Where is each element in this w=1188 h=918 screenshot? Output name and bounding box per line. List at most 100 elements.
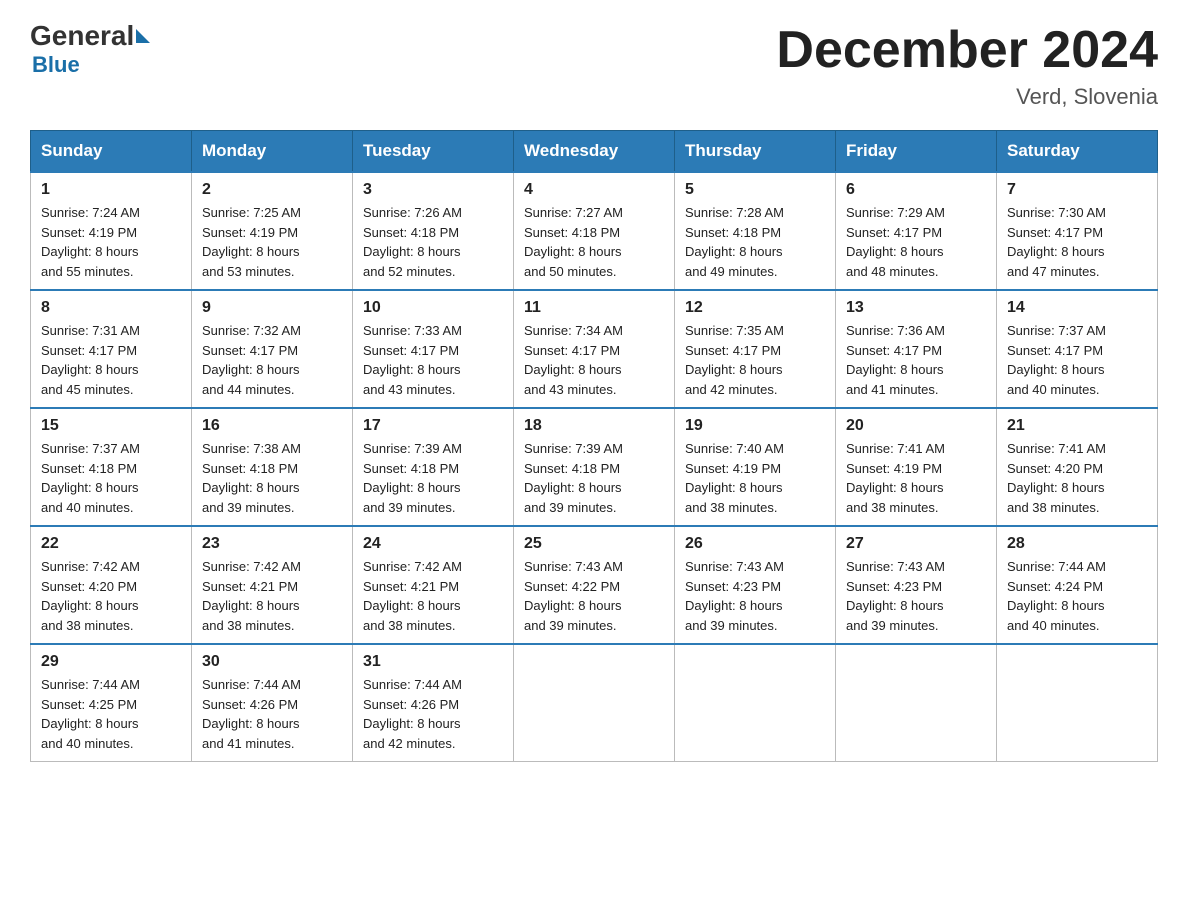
calendar-cell [997, 644, 1158, 762]
calendar-cell: 20 Sunrise: 7:41 AMSunset: 4:19 PMDaylig… [836, 408, 997, 526]
day-number: 23 [202, 535, 342, 553]
day-info: Sunrise: 7:43 AMSunset: 4:23 PMDaylight:… [846, 557, 986, 635]
calendar-cell: 12 Sunrise: 7:35 AMSunset: 4:17 PMDaylig… [675, 290, 836, 408]
day-info: Sunrise: 7:37 AMSunset: 4:18 PMDaylight:… [41, 439, 181, 517]
day-number: 18 [524, 417, 664, 435]
calendar-cell: 21 Sunrise: 7:41 AMSunset: 4:20 PMDaylig… [997, 408, 1158, 526]
day-info: Sunrise: 7:26 AMSunset: 4:18 PMDaylight:… [363, 203, 503, 281]
title-block: December 2024 Verd, Slovenia [776, 20, 1158, 110]
calendar-cell: 19 Sunrise: 7:40 AMSunset: 4:19 PMDaylig… [675, 408, 836, 526]
day-info: Sunrise: 7:44 AMSunset: 4:25 PMDaylight:… [41, 675, 181, 753]
day-number: 25 [524, 535, 664, 553]
calendar-cell: 8 Sunrise: 7:31 AMSunset: 4:17 PMDayligh… [31, 290, 192, 408]
day-info: Sunrise: 7:39 AMSunset: 4:18 PMDaylight:… [524, 439, 664, 517]
day-number: 5 [685, 181, 825, 199]
calendar-cell: 4 Sunrise: 7:27 AMSunset: 4:18 PMDayligh… [514, 172, 675, 290]
calendar-cell: 18 Sunrise: 7:39 AMSunset: 4:18 PMDaylig… [514, 408, 675, 526]
calendar-cell [514, 644, 675, 762]
day-info: Sunrise: 7:31 AMSunset: 4:17 PMDaylight:… [41, 321, 181, 399]
day-info: Sunrise: 7:24 AMSunset: 4:19 PMDaylight:… [41, 203, 181, 281]
day-info: Sunrise: 7:42 AMSunset: 4:21 PMDaylight:… [202, 557, 342, 635]
calendar-cell: 25 Sunrise: 7:43 AMSunset: 4:22 PMDaylig… [514, 526, 675, 644]
day-number: 16 [202, 417, 342, 435]
logo-blue-text: Blue [32, 52, 80, 78]
calendar-cell: 30 Sunrise: 7:44 AMSunset: 4:26 PMDaylig… [192, 644, 353, 762]
day-number: 12 [685, 299, 825, 317]
day-number: 24 [363, 535, 503, 553]
day-info: Sunrise: 7:37 AMSunset: 4:17 PMDaylight:… [1007, 321, 1147, 399]
day-number: 6 [846, 181, 986, 199]
weekday-header-tuesday: Tuesday [353, 131, 514, 173]
week-row-5: 29 Sunrise: 7:44 AMSunset: 4:25 PMDaylig… [31, 644, 1158, 762]
day-info: Sunrise: 7:43 AMSunset: 4:22 PMDaylight:… [524, 557, 664, 635]
day-info: Sunrise: 7:42 AMSunset: 4:20 PMDaylight:… [41, 557, 181, 635]
calendar-cell: 7 Sunrise: 7:30 AMSunset: 4:17 PMDayligh… [997, 172, 1158, 290]
day-number: 20 [846, 417, 986, 435]
calendar-cell: 5 Sunrise: 7:28 AMSunset: 4:18 PMDayligh… [675, 172, 836, 290]
day-info: Sunrise: 7:41 AMSunset: 4:20 PMDaylight:… [1007, 439, 1147, 517]
calendar-cell: 3 Sunrise: 7:26 AMSunset: 4:18 PMDayligh… [353, 172, 514, 290]
logo-general-text: General [30, 20, 134, 52]
day-info: Sunrise: 7:44 AMSunset: 4:24 PMDaylight:… [1007, 557, 1147, 635]
day-number: 7 [1007, 181, 1147, 199]
day-info: Sunrise: 7:42 AMSunset: 4:21 PMDaylight:… [363, 557, 503, 635]
day-number: 30 [202, 653, 342, 671]
day-number: 1 [41, 181, 181, 199]
calendar-cell: 24 Sunrise: 7:42 AMSunset: 4:21 PMDaylig… [353, 526, 514, 644]
calendar-cell: 31 Sunrise: 7:44 AMSunset: 4:26 PMDaylig… [353, 644, 514, 762]
day-number: 8 [41, 299, 181, 317]
calendar-cell: 6 Sunrise: 7:29 AMSunset: 4:17 PMDayligh… [836, 172, 997, 290]
month-title: December 2024 [776, 20, 1158, 80]
day-number: 3 [363, 181, 503, 199]
weekday-header-row: SundayMondayTuesdayWednesdayThursdayFrid… [31, 131, 1158, 173]
logo-arrow-icon [136, 29, 150, 43]
week-row-4: 22 Sunrise: 7:42 AMSunset: 4:20 PMDaylig… [31, 526, 1158, 644]
day-number: 17 [363, 417, 503, 435]
day-number: 26 [685, 535, 825, 553]
day-info: Sunrise: 7:44 AMSunset: 4:26 PMDaylight:… [202, 675, 342, 753]
day-info: Sunrise: 7:39 AMSunset: 4:18 PMDaylight:… [363, 439, 503, 517]
day-info: Sunrise: 7:41 AMSunset: 4:19 PMDaylight:… [846, 439, 986, 517]
day-info: Sunrise: 7:36 AMSunset: 4:17 PMDaylight:… [846, 321, 986, 399]
logo: General Blue [30, 20, 152, 78]
calendar-cell: 1 Sunrise: 7:24 AMSunset: 4:19 PMDayligh… [31, 172, 192, 290]
day-info: Sunrise: 7:35 AMSunset: 4:17 PMDaylight:… [685, 321, 825, 399]
day-info: Sunrise: 7:44 AMSunset: 4:26 PMDaylight:… [363, 675, 503, 753]
day-info: Sunrise: 7:40 AMSunset: 4:19 PMDaylight:… [685, 439, 825, 517]
day-info: Sunrise: 7:28 AMSunset: 4:18 PMDaylight:… [685, 203, 825, 281]
day-info: Sunrise: 7:38 AMSunset: 4:18 PMDaylight:… [202, 439, 342, 517]
calendar-cell: 17 Sunrise: 7:39 AMSunset: 4:18 PMDaylig… [353, 408, 514, 526]
day-info: Sunrise: 7:43 AMSunset: 4:23 PMDaylight:… [685, 557, 825, 635]
location-label: Verd, Slovenia [776, 84, 1158, 110]
day-number: 31 [363, 653, 503, 671]
weekday-header-monday: Monday [192, 131, 353, 173]
day-number: 2 [202, 181, 342, 199]
calendar-cell: 11 Sunrise: 7:34 AMSunset: 4:17 PMDaylig… [514, 290, 675, 408]
day-number: 29 [41, 653, 181, 671]
day-number: 28 [1007, 535, 1147, 553]
weekday-header-saturday: Saturday [997, 131, 1158, 173]
day-info: Sunrise: 7:30 AMSunset: 4:17 PMDaylight:… [1007, 203, 1147, 281]
day-info: Sunrise: 7:29 AMSunset: 4:17 PMDaylight:… [846, 203, 986, 281]
day-number: 22 [41, 535, 181, 553]
weekday-header-friday: Friday [836, 131, 997, 173]
page-header: General Blue December 2024 Verd, Sloveni… [30, 20, 1158, 110]
day-number: 13 [846, 299, 986, 317]
week-row-1: 1 Sunrise: 7:24 AMSunset: 4:19 PMDayligh… [31, 172, 1158, 290]
day-info: Sunrise: 7:32 AMSunset: 4:17 PMDaylight:… [202, 321, 342, 399]
calendar-cell [675, 644, 836, 762]
calendar-cell: 9 Sunrise: 7:32 AMSunset: 4:17 PMDayligh… [192, 290, 353, 408]
day-number: 27 [846, 535, 986, 553]
week-row-3: 15 Sunrise: 7:37 AMSunset: 4:18 PMDaylig… [31, 408, 1158, 526]
day-number: 19 [685, 417, 825, 435]
calendar-cell: 15 Sunrise: 7:37 AMSunset: 4:18 PMDaylig… [31, 408, 192, 526]
calendar-table: SundayMondayTuesdayWednesdayThursdayFrid… [30, 130, 1158, 762]
calendar-cell: 14 Sunrise: 7:37 AMSunset: 4:17 PMDaylig… [997, 290, 1158, 408]
calendar-cell: 16 Sunrise: 7:38 AMSunset: 4:18 PMDaylig… [192, 408, 353, 526]
calendar-cell: 10 Sunrise: 7:33 AMSunset: 4:17 PMDaylig… [353, 290, 514, 408]
day-number: 21 [1007, 417, 1147, 435]
day-number: 10 [363, 299, 503, 317]
calendar-cell: 28 Sunrise: 7:44 AMSunset: 4:24 PMDaylig… [997, 526, 1158, 644]
calendar-cell: 2 Sunrise: 7:25 AMSunset: 4:19 PMDayligh… [192, 172, 353, 290]
calendar-cell: 13 Sunrise: 7:36 AMSunset: 4:17 PMDaylig… [836, 290, 997, 408]
